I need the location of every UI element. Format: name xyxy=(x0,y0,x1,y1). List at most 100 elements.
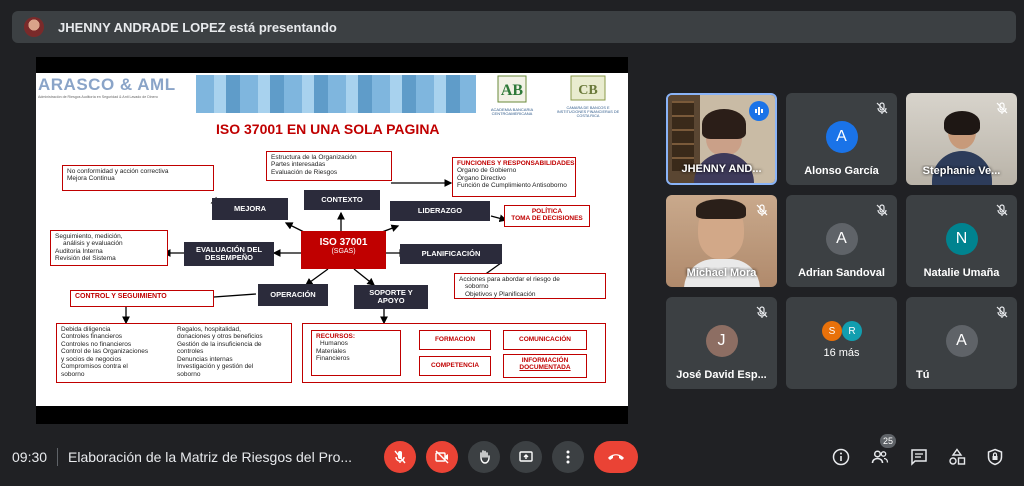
chat-button[interactable] xyxy=(909,447,929,467)
participant-name: Adrian Sandoval xyxy=(798,267,885,279)
end-call-button[interactable] xyxy=(594,441,638,473)
acciones-item: Acciones para abordar el riesgo de xyxy=(459,276,560,283)
soporte-details-box: RECURSOS: Humanos Materiales Financieros… xyxy=(302,323,606,383)
mic-off-icon xyxy=(995,305,1009,319)
evaluacion-line: DESEMPEÑO xyxy=(205,253,253,262)
meeting-time: 09:30 xyxy=(12,449,48,465)
control-item: Regalos, hospitalidad, xyxy=(177,326,241,333)
info-icon xyxy=(832,448,850,466)
more-participants-label: 16 más xyxy=(823,347,860,359)
meeting-details-button[interactable] xyxy=(831,447,851,467)
funciones-item: Función de Cumplimiento Antisoborno xyxy=(457,182,567,190)
participant-name: Natalie Umaña xyxy=(923,267,1000,279)
contexto-label: CONTEXTO xyxy=(304,190,380,210)
avatar: R xyxy=(842,321,862,341)
competencia-label: COMPETENCIA xyxy=(430,362,480,369)
participant-tile-natalie[interactable]: N Natalie Umaña xyxy=(906,195,1017,287)
participant-name: José David Esp... xyxy=(676,369,767,381)
avatar: N xyxy=(945,223,978,255)
mic-toggle-button[interactable] xyxy=(384,441,416,473)
more-options-icon xyxy=(566,450,570,464)
soporte-line: APOYO xyxy=(377,296,405,305)
speaking-icon xyxy=(749,101,769,121)
control-item: Compromisos contra el xyxy=(61,363,128,371)
competencia-box: COMPETENCIA xyxy=(419,356,491,376)
control-item: soborno xyxy=(177,370,201,378)
participant-tile-michael[interactable]: Michael Mora xyxy=(666,195,777,287)
participant-tile-adrian[interactable]: A Adrian Sandoval xyxy=(786,195,897,287)
participant-tile-jhenny[interactable]: JHENNY AND... xyxy=(666,93,777,185)
control-item: Debida diligencia xyxy=(61,326,111,333)
mejora-label: MEJORA xyxy=(212,198,288,220)
mejora-item: No conformidad y acción correctiva xyxy=(67,168,169,175)
people-button[interactable] xyxy=(870,447,890,467)
meeting-title: Elaboración de la Matriz de Riesgos del … xyxy=(68,449,353,465)
evaluacion-label: EVALUACIÓN DEL DESEMPEÑO xyxy=(184,242,274,266)
liderazgo-label: LIDERAZGO xyxy=(390,201,490,221)
politica-title: POLÍTICA xyxy=(531,208,563,215)
person-hair xyxy=(696,199,746,219)
soporte-label: SOPORTE Y APOYO xyxy=(354,285,428,309)
seguimiento-item: análisis y evaluación xyxy=(63,240,123,248)
host-controls-icon xyxy=(987,448,1003,466)
contexto-item: Evaluación de Riesgos xyxy=(271,168,338,176)
avatar: A xyxy=(825,223,858,255)
participant-name: Michael Mora xyxy=(686,267,757,279)
participant-tile-self[interactable]: A Tú xyxy=(906,297,1017,389)
iso-center-box: ISO 37001 (SGAS) xyxy=(301,231,386,269)
control-item: donaciones y otros beneficios xyxy=(177,333,263,341)
funciones-box: FUNCIONES Y RESPONSABILIDADES: Organo de… xyxy=(452,157,577,197)
avatar: S xyxy=(822,321,842,341)
contexto-item: Estructura de la Organización xyxy=(271,154,357,161)
control-item: Investigación y gestión del xyxy=(177,363,254,371)
control-right-column: Regalos, hospitalidad, donaciones y otro… xyxy=(177,326,287,380)
formacion-label: FORMACION xyxy=(434,336,476,343)
camera-toggle-button[interactable] xyxy=(426,441,458,473)
seguimiento-item: Seguimiento, medición, xyxy=(55,233,123,240)
politica-box: POLÍTICA TOMA DE DECISIONES xyxy=(504,205,590,227)
control-item: Denuncias internas xyxy=(177,355,233,363)
comunicacion-box: COMUNICACIÓN xyxy=(503,330,587,350)
chat-icon xyxy=(911,449,927,466)
participant-tile-alonso[interactable]: A Alonso García xyxy=(786,93,897,185)
informacion-line: DOCUMENTADA xyxy=(519,364,571,372)
avatar: J xyxy=(705,325,738,357)
camera-off-icon xyxy=(435,450,449,464)
mic-off-icon xyxy=(394,450,406,464)
mejora-box: No conformidad y acción correctiva Mejor… xyxy=(62,165,214,191)
host-controls-button[interactable] xyxy=(985,447,1005,467)
seguimiento-item: Revisión del Sistema xyxy=(55,255,116,263)
participant-tile-more[interactable]: S R 16 más xyxy=(786,297,897,389)
raise-hand-icon xyxy=(480,450,490,464)
informacion-box: INFORMACIÓN DOCUMENTADA xyxy=(503,354,587,378)
control-item: Controles financieros xyxy=(61,333,123,341)
mic-off-icon xyxy=(995,101,1009,115)
operacion-label: OPERACIÓN xyxy=(258,284,328,306)
people-icon xyxy=(871,450,889,464)
iso-center-title: ISO 37001 xyxy=(319,237,368,248)
participant-tile-jose[interactable]: J José David Esp... xyxy=(666,297,777,389)
informacion-line: INFORMACIÓN xyxy=(521,357,569,364)
more-options-button[interactable] xyxy=(552,441,584,473)
funciones-item: Órgano Directivo xyxy=(457,174,506,182)
contexto-details-box: Estructura de la Organización Partes int… xyxy=(266,151,392,181)
control-label-box: CONTROL Y SEGUIMIENTO xyxy=(70,290,214,307)
divider xyxy=(57,448,58,466)
participant-name: Alonso García xyxy=(804,165,879,177)
control-item: soborno xyxy=(61,370,85,378)
raise-hand-button[interactable] xyxy=(468,441,500,473)
participant-tile-stephanie[interactable]: Stephanie Ve... xyxy=(906,93,1017,185)
participant-name: Stephanie Ve... xyxy=(922,165,1001,177)
mic-off-icon xyxy=(755,203,769,217)
control-details-box: Debida diligencia Controles financieros … xyxy=(56,323,292,383)
present-screen-button[interactable] xyxy=(510,441,542,473)
people-count-badge: 25 xyxy=(880,434,897,448)
end-call-icon xyxy=(608,454,624,460)
bookshelf-shape xyxy=(672,101,694,171)
activities-button[interactable] xyxy=(947,447,967,467)
person-hair xyxy=(944,111,980,135)
control-left-column: Debida diligencia Controles financieros … xyxy=(61,326,167,380)
control-item: Controles no financieros xyxy=(61,340,132,348)
funciones-item: Organo de Gobierno xyxy=(457,167,517,175)
iso-center-subtitle: (SGAS) xyxy=(331,248,356,255)
